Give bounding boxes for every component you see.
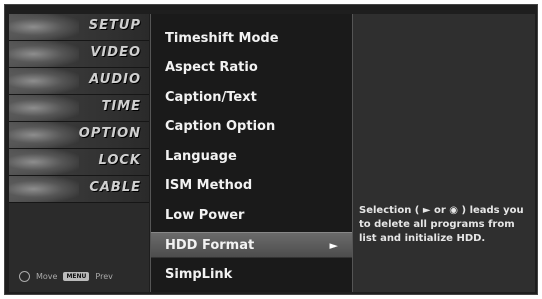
option-label: Caption Option (165, 119, 276, 134)
help-text: Selection ( ► or ◉ ) leads you to delete… (359, 205, 524, 244)
option-label: Caption/Text (165, 90, 257, 105)
category-label: CABLE (89, 180, 141, 195)
option-ism-method[interactable]: ISM Method (151, 173, 352, 199)
category-panel: SETUP VIDEO AUDIO TIME OPTION LOCK CABLE (9, 14, 149, 292)
option-label: ISM Method (165, 178, 253, 193)
option-low-power[interactable]: Low Power (151, 203, 352, 229)
option-hdd-format[interactable]: HDD Format ► (151, 232, 352, 258)
help-panel: Selection ( ► or ◉ ) leads you to delete… (353, 14, 535, 292)
option-list: Timeshift Mode Aspect Ratio Caption/Text… (150, 14, 353, 292)
category-cable[interactable]: CABLE (9, 176, 149, 203)
menu-key-icon: MENU (63, 272, 90, 281)
prev-hint: Prev (95, 272, 113, 281)
category-image (9, 14, 79, 40)
category-label: VIDEO (90, 45, 141, 60)
category-label: LOCK (98, 153, 141, 168)
category-lock[interactable]: LOCK (9, 149, 149, 176)
category-video[interactable]: VIDEO (9, 41, 149, 68)
option-caption-text[interactable]: Caption/Text (151, 85, 352, 111)
category-image (9, 41, 79, 67)
option-label: SimpLink (165, 267, 233, 282)
category-label: SETUP (88, 18, 141, 33)
option-label: HDD Format (165, 238, 255, 253)
option-caption-option[interactable]: Caption Option (151, 114, 352, 140)
category-option[interactable]: OPTION (9, 122, 149, 149)
category-setup[interactable]: SETUP (9, 14, 149, 41)
move-hint: Move (36, 272, 58, 281)
option-language[interactable]: Language (151, 144, 352, 170)
category-image (9, 95, 79, 121)
category-time[interactable]: TIME (9, 95, 149, 122)
category-image (9, 176, 79, 202)
option-timeshift-mode[interactable]: Timeshift Mode (151, 26, 352, 52)
category-audio[interactable]: AUDIO (9, 68, 149, 95)
tv-menu-screen: SETUP VIDEO AUDIO TIME OPTION LOCK CABLE (4, 4, 538, 295)
category-image (9, 68, 79, 94)
category-image (9, 149, 79, 175)
option-aspect-ratio[interactable]: Aspect Ratio (151, 55, 352, 81)
option-label: Aspect Ratio (165, 60, 258, 75)
option-label: Timeshift Mode (165, 31, 279, 46)
category-label: OPTION (78, 126, 141, 141)
right-arrow-icon: ► (329, 239, 338, 252)
navigation-hint: Move MENU Prev (19, 271, 113, 282)
option-simplink[interactable]: SimpLink (151, 262, 352, 288)
option-label: Low Power (165, 208, 245, 223)
dpad-icon (19, 271, 30, 282)
category-label: TIME (101, 99, 141, 114)
option-label: Language (165, 149, 237, 164)
category-image (9, 122, 79, 148)
category-label: AUDIO (89, 72, 141, 87)
